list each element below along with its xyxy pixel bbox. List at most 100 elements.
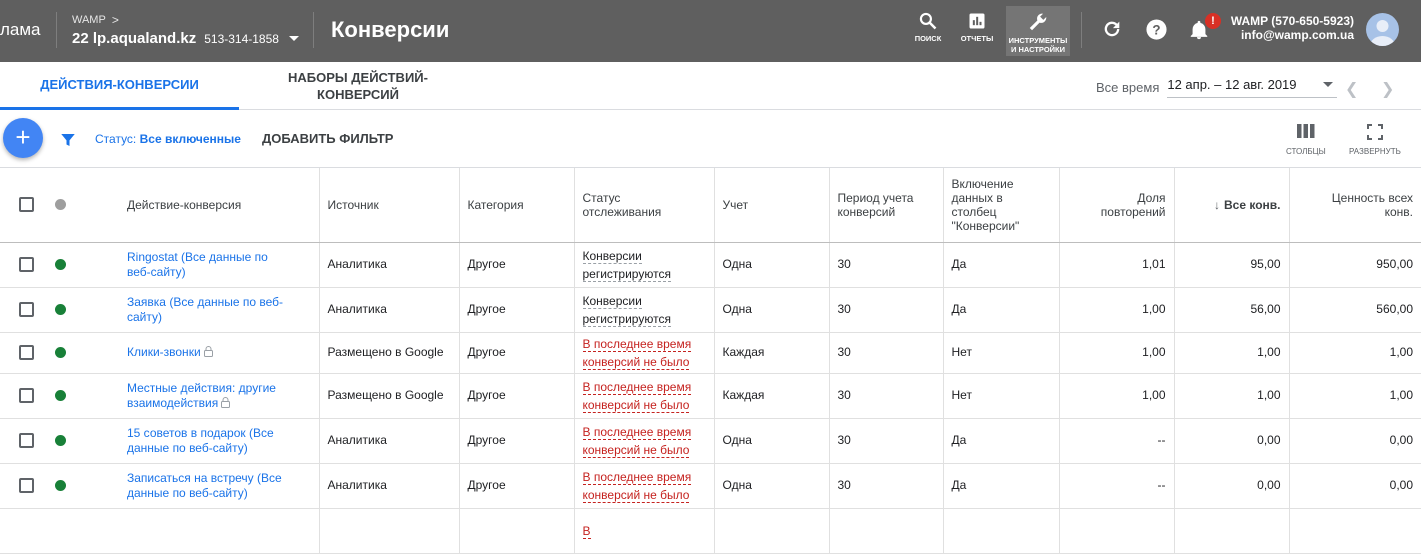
tracking-status-cell[interactable]: Конверсии регистрируются [574, 242, 715, 288]
previous-period-button[interactable]: ❮ [1345, 79, 1358, 99]
category-cell: Другое [459, 242, 575, 288]
date-range-dropdown[interactable]: 12 апр. – 12 авг. 2019 [1167, 77, 1338, 98]
source-cell: Аналитика [319, 287, 460, 333]
column-header-all-conv-value[interactable]: Ценность всех конв. [1289, 168, 1421, 243]
row-checkbox[interactable] [19, 345, 34, 360]
header-line: "Конверсии" [951, 218, 1020, 233]
column-header-repeat-rate[interactable]: Доля повторений [1059, 168, 1175, 243]
svg-text:?: ? [1152, 22, 1160, 37]
reports-tool[interactable]: ОТЧЕТЫ [958, 6, 996, 56]
caret-down-icon [288, 36, 299, 41]
divider [56, 12, 57, 48]
tab-conversion-action-sets[interactable]: НАБОРЫ ДЕЙСТВИЙ- КОНВЕРСИЙ [260, 62, 456, 110]
header-line: Доля [1137, 190, 1166, 205]
table-row[interactable]: Клики-звонки Размещено в Google Другое В по… [0, 332, 1421, 374]
help-button[interactable]: ? [1145, 18, 1168, 46]
account-selector[interactable]: WAMP > 22 lp.aqualand.kz 513-314-1858 [72, 13, 299, 47]
column-header-tracking-status[interactable]: Статус отслеживания [574, 168, 715, 243]
conversion-action-link[interactable]: Заявка (Все данные по веб-сайту) [127, 295, 283, 324]
window-cell: 30 [829, 287, 944, 333]
include-cell: Да [943, 242, 1060, 288]
conversion-action-link[interactable]: Записаться на встречу (Все данные по веб-… [127, 471, 282, 500]
column-header-category[interactable]: Категория [459, 168, 575, 243]
add-filter-button[interactable]: ДОБАВИТЬ ФИЛЬТР [262, 131, 393, 146]
header-line: Статус [582, 190, 621, 205]
table-row[interactable]: Заявка (Все данные по веб-сайту) Аналитик… [0, 287, 1421, 333]
column-header-source[interactable]: Источник [319, 168, 460, 243]
table-row[interactable]: Местные действия: другие взаимодействия Ра… [0, 373, 1421, 419]
row-status-cell [45, 418, 119, 464]
source-cell: Размещено в Google [319, 373, 460, 419]
user-account-name: WAMP (570-650-5923) [1230, 14, 1354, 28]
all-conversions-cell: 1,00 [1174, 373, 1290, 419]
row-checkbox[interactable] [19, 302, 34, 317]
include-cell: Да [943, 463, 1060, 509]
lock-icon [221, 396, 231, 408]
include-cell [943, 508, 1060, 554]
expand-button[interactable]: РАЗВЕРНУТЬ [1349, 124, 1401, 156]
tracking-status-cell[interactable]: В последнее время конверсий не было [574, 463, 715, 509]
tab-conversion-actions[interactable]: ДЕЙСТВИЯ-КОНВЕРСИИ [0, 62, 239, 110]
status-dot-header [45, 168, 119, 243]
notification-badge: ! [1205, 13, 1221, 29]
user-info[interactable]: WAMP (570-650-5923) info@wamp.com.ua [1231, 14, 1354, 42]
account-dropdown[interactable]: 22 lp.aqualand.kz 513-314-1858 [72, 30, 299, 47]
table-row[interactable]: В [0, 508, 1421, 554]
conversion-action-link[interactable]: 15 советов в подарок (Все данные по веб-с… [127, 426, 274, 455]
tracking-status-cell[interactable]: Конверсии регистрируются [574, 287, 715, 333]
count-cell: Одна [714, 242, 830, 288]
tools-tool-label: ИНСТРУМЕНТЫ И НАСТРОЙКИ [1009, 36, 1068, 54]
add-conversion-button[interactable]: + [3, 118, 43, 158]
select-all-checkbox[interactable] [19, 197, 34, 213]
all-conversions-cell [1174, 508, 1290, 554]
tracking-status-cell[interactable]: В последнее время конверсий не было [574, 418, 715, 464]
tracking-status-cell[interactable]: В [574, 508, 715, 554]
avatar[interactable] [1366, 13, 1399, 46]
row-select-cell [0, 373, 45, 419]
table-row[interactable]: 15 советов в подарок (Все данные по веб-с… [0, 418, 1421, 464]
repeat-rate-cell: 1,00 [1059, 373, 1175, 419]
repeat-rate-cell: -- [1059, 418, 1175, 464]
row-checkbox[interactable] [19, 257, 34, 272]
conversion-action-link[interactable]: Клики-звонки [127, 345, 213, 359]
next-period-button[interactable]: ❯ [1381, 79, 1394, 99]
tracking-status-line: Конверсии [582, 293, 642, 309]
all-conversions-cell: 0,00 [1174, 418, 1290, 464]
refresh-button[interactable] [1101, 18, 1123, 45]
conversion-action-link[interactable]: Местные действия: другие взаимодействия [127, 381, 276, 410]
all-conversions-cell: 95,00 [1174, 242, 1290, 288]
filter-button[interactable] [59, 131, 77, 154]
count-cell [714, 508, 830, 554]
column-header-action[interactable]: Действие-конверсия [119, 168, 320, 243]
column-header-all-conversions[interactable]: ↓ Все конв. [1174, 168, 1290, 243]
include-cell: Нет [943, 373, 1060, 419]
table-row[interactable]: Ringostat (Все данные по веб-сайту) Аналит… [0, 242, 1421, 288]
reports-tool-label: ОТЧЕТЫ [960, 34, 994, 43]
search-tool-label: ПОИСК [914, 34, 942, 43]
account-breadcrumb[interactable]: WAMP > [72, 13, 299, 27]
tab-label-line2: КОНВЕРСИЙ [317, 87, 399, 102]
columns-button[interactable]: СТОЛБЦЫ [1286, 124, 1326, 156]
header-line: столбец [951, 204, 997, 219]
tools-settings-tool[interactable]: ИНСТРУМЕНТЫ И НАСТРОЙКИ [1006, 6, 1070, 56]
tracking-status-cell[interactable]: В последнее время конверсий не было [574, 373, 715, 419]
tracking-status-line: В последнее время [582, 336, 692, 352]
repeat-rate-cell [1059, 508, 1175, 554]
tracking-status-line: регистрируются [582, 266, 671, 282]
date-range-selector[interactable]: Все время 12 апр. – 12 авг. 2019 [1096, 77, 1338, 98]
table-row[interactable]: Записаться на встречу (Все данные по веб-… [0, 463, 1421, 509]
tracking-status-cell[interactable]: В последнее время конверсий не было [574, 332, 715, 374]
window-cell: 30 [829, 242, 944, 288]
column-header-include[interactable]: Включение данных в столбец "Конверсии" [943, 168, 1060, 243]
chevron-right-icon: > [111, 13, 119, 27]
conversion-action-link[interactable]: Ringostat (Все данные по веб-сайту) [127, 250, 268, 279]
search-tool[interactable]: ПОИСК [912, 6, 944, 56]
row-checkbox[interactable] [19, 433, 34, 448]
row-checkbox[interactable] [19, 388, 34, 403]
row-checkbox[interactable] [19, 478, 34, 493]
category-cell [459, 508, 575, 554]
column-header-count[interactable]: Учет [714, 168, 830, 243]
user-email: info@wamp.com.ua [1240, 28, 1354, 42]
column-header-window[interactable]: Период учета конверсий [829, 168, 944, 243]
status-filter-chip[interactable]: Статус: Все включенные [95, 132, 241, 146]
